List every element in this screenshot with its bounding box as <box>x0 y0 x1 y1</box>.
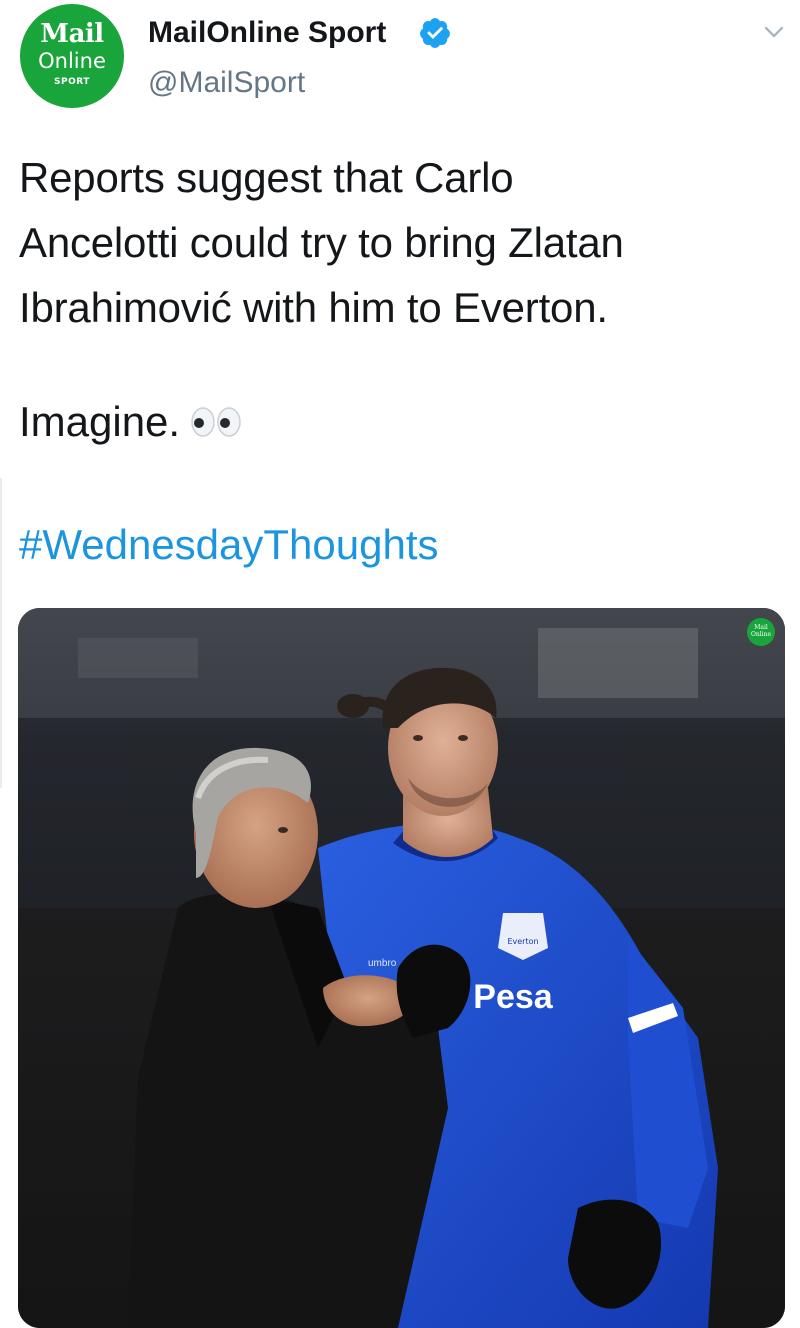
eyes-icon <box>191 407 241 437</box>
tweet-text-imagine: Imagine. <box>19 392 242 452</box>
avatar[interactable]: Mail Online SPORT <box>20 4 124 108</box>
shirt-sponsor-text: Pesa <box>473 978 553 1016</box>
avatar-brand-mid: Online <box>38 49 106 73</box>
watermark-bottom: Online <box>750 631 772 638</box>
photo-illustration: Everton Pesa umbro <box>18 608 785 1328</box>
avatar-brand-sub: SPORT <box>54 77 90 87</box>
watermark-top: Mail <box>754 624 768 631</box>
tweet-photo[interactable]: Everton Pesa umbro Mail Online <box>18 608 785 1328</box>
avatar-brand-top: Mail <box>40 19 104 49</box>
imagine-text: Imagine. <box>19 398 181 445</box>
crest-text: Everton <box>507 937 538 946</box>
shirt-kit-text: umbro <box>368 958 397 969</box>
mailonline-watermark: Mail Online <box>747 618 775 646</box>
handle[interactable]: @MailSport <box>148 66 305 100</box>
tweet: Mail Online SPORT MailOnline Sport @Mail… <box>0 0 800 1328</box>
chevron-down-icon[interactable] <box>762 20 786 44</box>
tweet-text-line: Reports suggest that Carlo <box>19 154 514 201</box>
tweet-text-line: Ancelotti could try to bring Zlatan <box>19 219 624 266</box>
tweet-text-line: Ibrahimović with him to Everton. <box>19 284 608 331</box>
hashtag-link[interactable]: #WednesdayThoughts <box>19 515 439 575</box>
verified-badge-icon <box>420 18 450 48</box>
tweet-text: Reports suggest that Carlo Ancelotti cou… <box>19 145 789 340</box>
display-name[interactable]: MailOnline Sport <box>148 16 386 50</box>
timeline-edge <box>0 478 2 788</box>
